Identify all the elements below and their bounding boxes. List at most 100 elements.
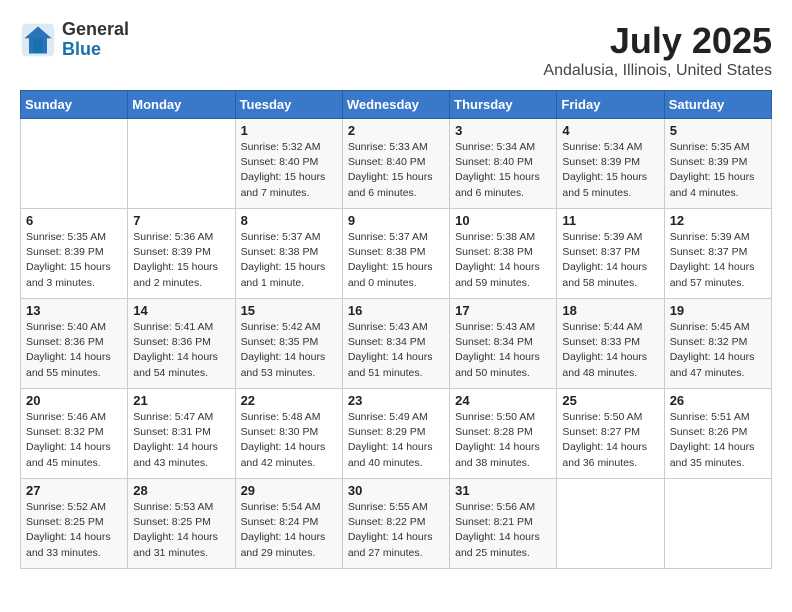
day-number: 2 bbox=[348, 123, 444, 138]
title-block: July 2025 Andalusia, Illinois, United St… bbox=[543, 20, 772, 80]
calendar-cell: 31 Sunrise: 5:56 AM Sunset: 8:21 PM Dayli… bbox=[450, 479, 557, 569]
day-detail: Sunrise: 5:42 AM Sunset: 8:35 PM Dayligh… bbox=[241, 320, 337, 381]
day-number: 17 bbox=[455, 303, 551, 318]
day-number: 30 bbox=[348, 483, 444, 498]
day-detail: Sunrise: 5:54 AM Sunset: 8:24 PM Dayligh… bbox=[241, 500, 337, 561]
calendar-cell: 11 Sunrise: 5:39 AM Sunset: 8:37 PM Dayli… bbox=[557, 209, 664, 299]
day-detail: Sunrise: 5:35 AM Sunset: 8:39 PM Dayligh… bbox=[670, 140, 766, 201]
logo-icon bbox=[20, 22, 56, 58]
day-number: 14 bbox=[133, 303, 229, 318]
calendar-cell: 27 Sunrise: 5:52 AM Sunset: 8:25 PM Dayli… bbox=[21, 479, 128, 569]
day-detail: Sunrise: 5:40 AM Sunset: 8:36 PM Dayligh… bbox=[26, 320, 122, 381]
day-detail: Sunrise: 5:55 AM Sunset: 8:22 PM Dayligh… bbox=[348, 500, 444, 561]
weekday-header-row: Sunday Monday Tuesday Wednesday Thursday… bbox=[21, 91, 772, 119]
calendar-cell bbox=[557, 479, 664, 569]
day-number: 3 bbox=[455, 123, 551, 138]
day-number: 27 bbox=[26, 483, 122, 498]
calendar-week-row: 20 Sunrise: 5:46 AM Sunset: 8:32 PM Dayli… bbox=[21, 389, 772, 479]
calendar-week-row: 1 Sunrise: 5:32 AM Sunset: 8:40 PM Daylig… bbox=[21, 119, 772, 209]
day-number: 20 bbox=[26, 393, 122, 408]
day-detail: Sunrise: 5:34 AM Sunset: 8:39 PM Dayligh… bbox=[562, 140, 658, 201]
day-detail: Sunrise: 5:52 AM Sunset: 8:25 PM Dayligh… bbox=[26, 500, 122, 561]
logo: General Blue bbox=[20, 20, 129, 60]
calendar-cell: 4 Sunrise: 5:34 AM Sunset: 8:39 PM Daylig… bbox=[557, 119, 664, 209]
day-number: 21 bbox=[133, 393, 229, 408]
day-detail: Sunrise: 5:34 AM Sunset: 8:40 PM Dayligh… bbox=[455, 140, 551, 201]
day-detail: Sunrise: 5:53 AM Sunset: 8:25 PM Dayligh… bbox=[133, 500, 229, 561]
header-tuesday: Tuesday bbox=[235, 91, 342, 119]
header-saturday: Saturday bbox=[664, 91, 771, 119]
day-number: 8 bbox=[241, 213, 337, 228]
calendar-cell: 24Sunrise: 5:50 AM Sunset: 8:28 PM Dayli… bbox=[450, 389, 557, 479]
calendar-cell: 26Sunrise: 5:51 AM Sunset: 8:26 PM Dayli… bbox=[664, 389, 771, 479]
calendar-cell: 28 Sunrise: 5:53 AM Sunset: 8:25 PM Dayli… bbox=[128, 479, 235, 569]
day-detail: Sunrise: 5:43 AM Sunset: 8:34 PM Dayligh… bbox=[455, 320, 551, 381]
day-detail: Sunrise: 5:50 AM Sunset: 8:27 PM Dayligh… bbox=[562, 410, 658, 471]
day-number: 4 bbox=[562, 123, 658, 138]
calendar-cell bbox=[128, 119, 235, 209]
calendar-cell: 12 Sunrise: 5:39 AM Sunset: 8:37 PM Dayli… bbox=[664, 209, 771, 299]
day-number: 10 bbox=[455, 213, 551, 228]
day-number: 11 bbox=[562, 213, 658, 228]
calendar-cell: 2 Sunrise: 5:33 AM Sunset: 8:40 PM Daylig… bbox=[342, 119, 449, 209]
calendar-body: 1 Sunrise: 5:32 AM Sunset: 8:40 PM Daylig… bbox=[21, 119, 772, 569]
day-number: 19 bbox=[670, 303, 766, 318]
logo-line1: General bbox=[62, 20, 129, 40]
calendar-cell: 20 Sunrise: 5:46 AM Sunset: 8:32 PM Dayli… bbox=[21, 389, 128, 479]
day-detail: Sunrise: 5:41 AM Sunset: 8:36 PM Dayligh… bbox=[133, 320, 229, 381]
day-number: 23 bbox=[348, 393, 444, 408]
calendar-cell: 15 Sunrise: 5:42 AM Sunset: 8:35 PM Dayli… bbox=[235, 299, 342, 389]
day-detail: Sunrise: 5:48 AM Sunset: 8:30 PM Dayligh… bbox=[241, 410, 337, 471]
day-detail: Sunrise: 5:43 AM Sunset: 8:34 PM Dayligh… bbox=[348, 320, 444, 381]
day-number: 18 bbox=[562, 303, 658, 318]
day-detail: Sunrise: 5:36 AM Sunset: 8:39 PM Dayligh… bbox=[133, 230, 229, 291]
day-detail: Sunrise: 5:33 AM Sunset: 8:40 PM Dayligh… bbox=[348, 140, 444, 201]
day-number: 28 bbox=[133, 483, 229, 498]
calendar-cell: 7 Sunrise: 5:36 AM Sunset: 8:39 PM Daylig… bbox=[128, 209, 235, 299]
calendar-cell: 29Sunrise: 5:54 AM Sunset: 8:24 PM Dayli… bbox=[235, 479, 342, 569]
calendar-cell: 21Sunrise: 5:47 AM Sunset: 8:31 PM Dayli… bbox=[128, 389, 235, 479]
day-detail: Sunrise: 5:38 AM Sunset: 8:38 PM Dayligh… bbox=[455, 230, 551, 291]
day-number: 12 bbox=[670, 213, 766, 228]
day-detail: Sunrise: 5:49 AM Sunset: 8:29 PM Dayligh… bbox=[348, 410, 444, 471]
calendar-cell: 23 Sunrise: 5:49 AM Sunset: 8:29 PM Dayli… bbox=[342, 389, 449, 479]
calendar-cell: 9Sunrise: 5:37 AM Sunset: 8:38 PM Daylig… bbox=[342, 209, 449, 299]
day-detail: Sunrise: 5:37 AM Sunset: 8:38 PM Dayligh… bbox=[241, 230, 337, 291]
day-number: 15 bbox=[241, 303, 337, 318]
day-number: 13 bbox=[26, 303, 122, 318]
calendar-cell: 6Sunrise: 5:35 AM Sunset: 8:39 PM Daylig… bbox=[21, 209, 128, 299]
calendar-cell: 18 Sunrise: 5:44 AM Sunset: 8:33 PM Dayli… bbox=[557, 299, 664, 389]
location-subtitle: Andalusia, Illinois, United States bbox=[543, 62, 772, 80]
calendar-cell: 1 Sunrise: 5:32 AM Sunset: 8:40 PM Daylig… bbox=[235, 119, 342, 209]
calendar-cell: 10 Sunrise: 5:38 AM Sunset: 8:38 PM Dayli… bbox=[450, 209, 557, 299]
day-number: 7 bbox=[133, 213, 229, 228]
day-detail: Sunrise: 5:39 AM Sunset: 8:37 PM Dayligh… bbox=[670, 230, 766, 291]
day-number: 1 bbox=[241, 123, 337, 138]
calendar-cell bbox=[664, 479, 771, 569]
header-friday: Friday bbox=[557, 91, 664, 119]
day-number: 31 bbox=[455, 483, 551, 498]
calendar-cell bbox=[21, 119, 128, 209]
day-detail: Sunrise: 5:56 AM Sunset: 8:21 PM Dayligh… bbox=[455, 500, 551, 561]
calendar-cell: 16Sunrise: 5:43 AM Sunset: 8:34 PM Dayli… bbox=[342, 299, 449, 389]
calendar-cell: 5 Sunrise: 5:35 AM Sunset: 8:39 PM Daylig… bbox=[664, 119, 771, 209]
day-detail: Sunrise: 5:44 AM Sunset: 8:33 PM Dayligh… bbox=[562, 320, 658, 381]
calendar-cell: 14 Sunrise: 5:41 AM Sunset: 8:36 PM Dayli… bbox=[128, 299, 235, 389]
calendar-header: Sunday Monday Tuesday Wednesday Thursday… bbox=[21, 91, 772, 119]
day-number: 25 bbox=[562, 393, 658, 408]
day-detail: Sunrise: 5:39 AM Sunset: 8:37 PM Dayligh… bbox=[562, 230, 658, 291]
calendar-cell: 22 Sunrise: 5:48 AM Sunset: 8:30 PM Dayli… bbox=[235, 389, 342, 479]
day-detail: Sunrise: 5:51 AM Sunset: 8:26 PM Dayligh… bbox=[670, 410, 766, 471]
day-detail: Sunrise: 5:50 AM Sunset: 8:28 PM Dayligh… bbox=[455, 410, 551, 471]
page-header: General Blue July 2025 Andalusia, Illino… bbox=[20, 20, 772, 80]
calendar-week-row: 27 Sunrise: 5:52 AM Sunset: 8:25 PM Dayli… bbox=[21, 479, 772, 569]
day-detail: Sunrise: 5:32 AM Sunset: 8:40 PM Dayligh… bbox=[241, 140, 337, 201]
day-number: 5 bbox=[670, 123, 766, 138]
day-detail: Sunrise: 5:46 AM Sunset: 8:32 PM Dayligh… bbox=[26, 410, 122, 471]
calendar-cell: 30 Sunrise: 5:55 AM Sunset: 8:22 PM Dayli… bbox=[342, 479, 449, 569]
header-thursday: Thursday bbox=[450, 91, 557, 119]
day-number: 22 bbox=[241, 393, 337, 408]
calendar-cell: 3 Sunrise: 5:34 AM Sunset: 8:40 PM Daylig… bbox=[450, 119, 557, 209]
calendar-cell: 19Sunrise: 5:45 AM Sunset: 8:32 PM Dayli… bbox=[664, 299, 771, 389]
calendar-cell: 17 Sunrise: 5:43 AM Sunset: 8:34 PM Dayli… bbox=[450, 299, 557, 389]
